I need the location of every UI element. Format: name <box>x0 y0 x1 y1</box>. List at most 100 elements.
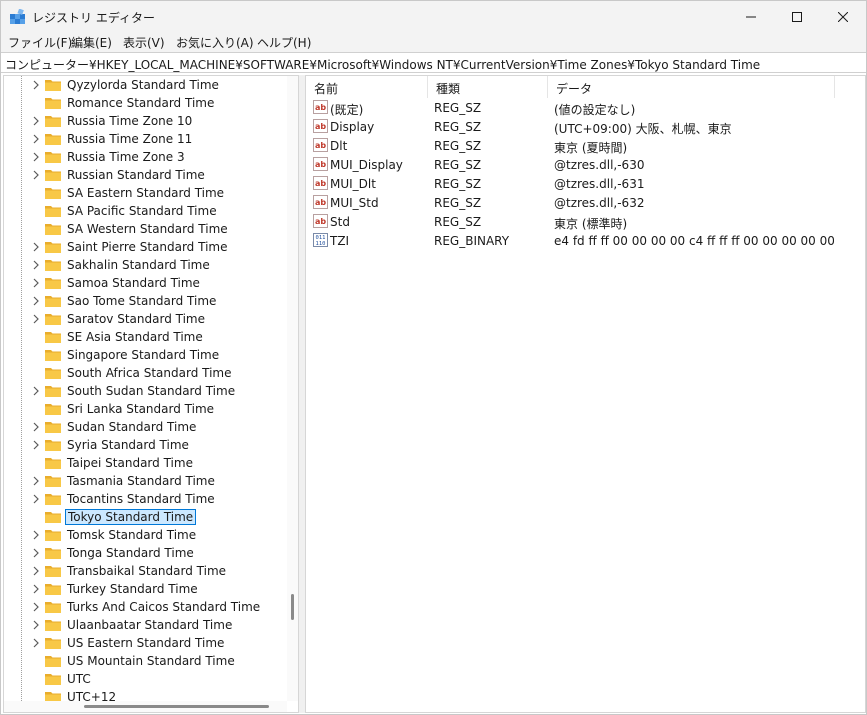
menu-view[interactable]: 表示(V) <box>123 34 165 51</box>
chevron-right-icon[interactable] <box>31 116 41 126</box>
chevron-right-icon[interactable] <box>31 620 41 630</box>
chevron-right-icon[interactable] <box>31 314 41 324</box>
tree-item[interactable]: Sri Lanka Standard Time <box>4 400 287 418</box>
chevron-right-icon[interactable] <box>31 152 41 162</box>
value-name: MUI_Display <box>330 158 403 172</box>
value-data: @tzres.dll,-632 <box>554 196 645 210</box>
tree-item[interactable]: US Mountain Standard Time <box>4 652 287 670</box>
tree-item[interactable]: Sakhalin Standard Time <box>4 256 287 274</box>
tree-item-label: Tomsk Standard Time <box>67 528 197 542</box>
value-row[interactable]: 011 110 TZI REG_BINARY e4 fd ff ff 00 00 00 … <box>306 231 865 250</box>
menu-bar: ファイル(F) 編集(E) 表示(V) お気に入り(A) ヘルプ(H) <box>1 32 866 52</box>
menu-help[interactable]: ヘルプ(H) <box>257 34 311 51</box>
address-bar[interactable]: コンピューター¥HKEY_LOCAL_MACHINE¥SOFTWARE¥Micr… <box>1 52 866 73</box>
value-type: REG_SZ <box>434 215 482 229</box>
maximize-button[interactable] <box>774 1 820 32</box>
minimize-button[interactable] <box>728 1 774 32</box>
chevron-right-icon[interactable] <box>31 278 41 288</box>
tree-item[interactable]: SE Asia Standard Time <box>4 328 287 346</box>
tree-item-label: Saint Pierre Standard Time <box>67 240 228 254</box>
tree-item[interactable]: South Sudan Standard Time <box>4 382 287 400</box>
chevron-right-icon[interactable] <box>31 296 41 306</box>
folder-icon <box>45 242 61 253</box>
menu-favorites[interactable]: お気に入り(A) <box>176 34 254 51</box>
svg-text:ab: ab <box>315 179 326 188</box>
tree-item[interactable]: Saratov Standard Time <box>4 310 287 328</box>
tree-item[interactable]: Turkey Standard Time <box>4 580 287 598</box>
tree-item[interactable]: Syria Standard Time <box>4 436 287 454</box>
address-path[interactable]: コンピューター¥HKEY_LOCAL_MACHINE¥SOFTWARE¥Micr… <box>5 56 760 73</box>
tree-horizontal-scrollbar[interactable] <box>4 701 287 712</box>
tree-vertical-scroll-thumb[interactable] <box>291 594 294 620</box>
tree-item[interactable]: Tocantins Standard Time <box>4 490 287 508</box>
tree-item[interactable]: Tokyo Standard Time <box>4 508 287 526</box>
tree-vertical-scrollbar[interactable] <box>287 76 298 701</box>
chevron-right-icon[interactable] <box>31 170 41 180</box>
value-row[interactable]: ab Dlt REG_SZ 東京 (夏時間) <box>306 136 865 155</box>
chevron-right-icon[interactable] <box>31 638 41 648</box>
menu-edit[interactable]: 編集(E) <box>71 34 112 51</box>
chevron-right-icon[interactable] <box>31 530 41 540</box>
tree-item[interactable]: Sudan Standard Time <box>4 418 287 436</box>
value-type: REG_SZ <box>434 101 482 115</box>
tree-item[interactable]: SA Eastern Standard Time <box>4 184 287 202</box>
title-bar[interactable]: レジストリ エディター <box>1 1 866 32</box>
chevron-right-icon[interactable] <box>31 494 41 504</box>
folder-icon <box>45 566 61 577</box>
tree-item[interactable]: Russia Time Zone 11 <box>4 130 287 148</box>
value-row[interactable]: ab Std REG_SZ 東京 (標準時) <box>306 212 865 231</box>
tree-item[interactable]: Sao Tome Standard Time <box>4 292 287 310</box>
chevron-right-icon[interactable] <box>31 80 41 90</box>
tree-horizontal-scroll-thumb[interactable] <box>84 705 269 708</box>
column-header-data[interactable]: データ <box>548 76 835 98</box>
chevron-right-icon[interactable] <box>31 548 41 558</box>
chevron-right-icon[interactable] <box>31 260 41 270</box>
tree-item[interactable]: South Africa Standard Time <box>4 364 287 382</box>
tree-item[interactable]: Tasmania Standard Time <box>4 472 287 490</box>
value-row[interactable]: ab MUI_Display REG_SZ @tzres.dll,-630 <box>306 155 865 174</box>
tree-item[interactable]: SA Pacific Standard Time <box>4 202 287 220</box>
tree-item-label: Sakhalin Standard Time <box>67 258 210 272</box>
tree-item-label: UTC+12 <box>67 690 117 701</box>
tree-item[interactable]: US Eastern Standard Time <box>4 634 287 652</box>
tree-item[interactable]: Taipei Standard Time <box>4 454 287 472</box>
tree-item-label: Sri Lanka Standard Time <box>67 402 215 416</box>
tree-item[interactable]: Ulaanbaatar Standard Time <box>4 616 287 634</box>
tree-item[interactable]: Turks And Caicos Standard Time <box>4 598 287 616</box>
tree-item[interactable]: Transbaikal Standard Time <box>4 562 287 580</box>
tree-item[interactable]: Tonga Standard Time <box>4 544 287 562</box>
tree-item[interactable]: Russian Standard Time <box>4 166 287 184</box>
tree-item[interactable]: Samoa Standard Time <box>4 274 287 292</box>
value-row[interactable]: ab MUI_Std REG_SZ @tzres.dll,-632 <box>306 193 865 212</box>
tree-item[interactable]: Russia Time Zone 3 <box>4 148 287 166</box>
tree-item[interactable]: UTC <box>4 670 287 688</box>
chevron-right-icon[interactable] <box>31 422 41 432</box>
chevron-right-icon[interactable] <box>31 242 41 252</box>
tree-item[interactable]: UTC+12 <box>4 688 287 701</box>
tree-item-label: US Eastern Standard Time <box>67 636 225 650</box>
tree-item[interactable]: Qyzylorda Standard Time <box>4 76 287 94</box>
chevron-right-icon[interactable] <box>31 386 41 396</box>
tree-item[interactable]: Romance Standard Time <box>4 94 287 112</box>
tree-item[interactable]: Singapore Standard Time <box>4 346 287 364</box>
column-header-type[interactable]: 種類 <box>428 76 548 98</box>
chevron-right-icon[interactable] <box>31 584 41 594</box>
column-header-name[interactable]: 名前 <box>306 76 428 98</box>
tree-item[interactable]: Saint Pierre Standard Time <box>4 238 287 256</box>
tree-item-label: Taipei Standard Time <box>67 456 193 470</box>
tree-item[interactable]: Tomsk Standard Time <box>4 526 287 544</box>
chevron-right-icon[interactable] <box>31 134 41 144</box>
chevron-right-icon[interactable] <box>31 440 41 450</box>
chevron-right-icon[interactable] <box>31 566 41 576</box>
value-row[interactable]: ab Display REG_SZ (UTC+09:00) 大阪、札幌、東京 <box>306 117 865 136</box>
value-row[interactable]: ab (既定) REG_SZ (値の設定なし) <box>306 98 865 117</box>
folder-icon <box>45 620 61 631</box>
chevron-right-icon[interactable] <box>31 476 41 486</box>
tree-item-label: Romance Standard Time <box>67 96 215 110</box>
tree-item[interactable]: Russia Time Zone 10 <box>4 112 287 130</box>
menu-file[interactable]: ファイル(F) <box>8 34 72 51</box>
chevron-right-icon[interactable] <box>31 602 41 612</box>
close-button[interactable] <box>820 1 866 32</box>
value-row[interactable]: ab MUI_Dlt REG_SZ @tzres.dll,-631 <box>306 174 865 193</box>
tree-item[interactable]: SA Western Standard Time <box>4 220 287 238</box>
